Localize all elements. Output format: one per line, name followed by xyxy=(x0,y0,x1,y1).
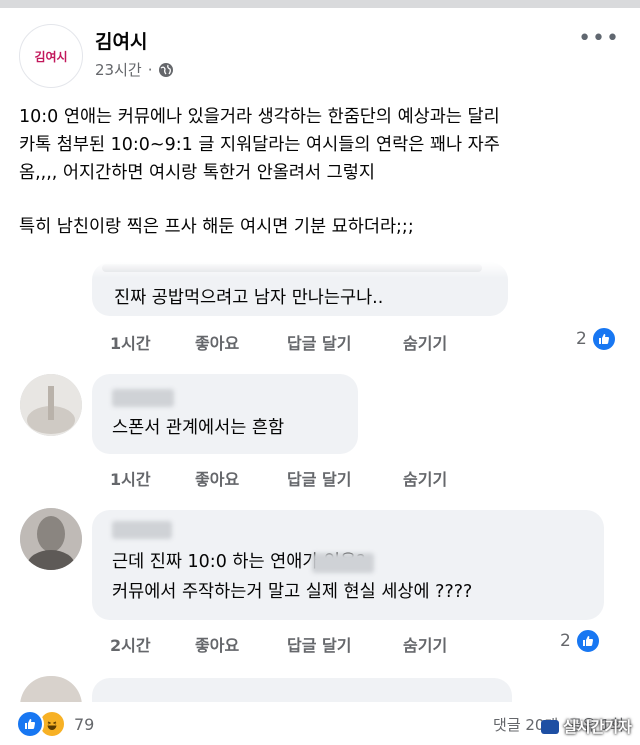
commenter-avatar[interactable] xyxy=(20,374,82,436)
post-footer: 79 댓글 20개 공유 1회 실시간기자 xyxy=(0,702,640,745)
reaction-total: 79 xyxy=(74,714,95,734)
globe-icon xyxy=(159,62,174,77)
comment-actions: 1시간 좋아요 답글 달기 숨기기 xyxy=(110,330,487,354)
comment-actions: 2시간 좋아요 답글 달기 숨기기 xyxy=(110,632,487,656)
reaction-number: 2 xyxy=(560,631,571,651)
hide-button[interactable]: 숨기기 xyxy=(403,466,447,490)
post-text: 10:0 연애는 커뮤에나 있을거라 생각하는 한줌단의 예상과는 달리 카톡 … xyxy=(19,103,625,241)
hide-button[interactable]: 숨기기 xyxy=(403,330,447,354)
reply-button[interactable]: 답글 달기 xyxy=(287,330,363,354)
comment-reaction-count[interactable]: 2 xyxy=(560,628,601,654)
comment-text: 근데 진짜 10:0 하는 연애가 있음? 커뮤에서 주작하는거 말고 실제 현… xyxy=(112,552,473,602)
commenter-name[interactable] xyxy=(112,388,174,407)
avatar-photo-icon xyxy=(20,508,82,570)
blurred-name xyxy=(112,520,172,539)
thumbs-up-icon xyxy=(590,326,617,352)
comment-time[interactable]: 2시간 xyxy=(110,632,155,656)
watermark: 실시간기자 xyxy=(540,716,632,737)
post-paragraph-2: 특히 남친이랑 찍은 프사 해둔 여시면 기분 묘하더라;;; xyxy=(19,217,414,237)
watermark-logo-icon xyxy=(540,719,559,734)
like-button[interactable]: 좋아요 xyxy=(195,632,247,656)
more-options-icon[interactable]: ••• xyxy=(578,26,620,51)
post-time[interactable]: 23시간 xyxy=(95,59,142,80)
watermark-text: 실시간기자 xyxy=(562,718,632,736)
scroll-fade xyxy=(0,262,640,278)
page-logo-text: 김여시 xyxy=(34,49,68,64)
reply-button[interactable]: 답글 달기 xyxy=(287,466,363,490)
reaction-number: 2 xyxy=(576,329,587,349)
commenter-name[interactable] xyxy=(112,520,172,539)
commenter-avatar[interactable] xyxy=(20,508,82,570)
blurred-word xyxy=(312,553,374,573)
top-divider xyxy=(0,0,640,8)
comment-time[interactable]: 1시간 xyxy=(110,330,155,354)
like-button[interactable]: 좋아요 xyxy=(195,330,247,354)
post-paragraph-1: 10:0 연애는 커뮤에나 있을거라 생각하는 한줌단의 예상과는 달리 카톡 … xyxy=(19,107,500,183)
avatar-photo-icon xyxy=(20,374,82,436)
reply-button[interactable]: 답글 달기 xyxy=(287,632,363,656)
page-avatar[interactable]: 김여시 xyxy=(19,24,83,88)
post-author[interactable]: 김여시 xyxy=(95,27,147,54)
comment-text: 스폰서 관계에서는 흔함 xyxy=(112,418,285,438)
like-reaction-icon xyxy=(16,710,44,738)
comment-time[interactable]: 1시간 xyxy=(110,466,155,490)
comment-reaction-count[interactable]: 2 xyxy=(576,326,617,352)
reaction-summary[interactable]: 79 xyxy=(16,710,94,738)
comment-actions: 1시간 좋아요 답글 달기 숨기기 xyxy=(110,466,487,490)
hide-button[interactable]: 숨기기 xyxy=(403,632,447,656)
blurred-name xyxy=(112,388,174,407)
post-meta: 23시간 · xyxy=(95,59,174,80)
thumbs-up-icon xyxy=(574,628,601,654)
comment-text: 진짜 공밥먹으려고 남자 만나는구나.. xyxy=(114,288,384,308)
like-button[interactable]: 좋아요 xyxy=(195,466,247,490)
